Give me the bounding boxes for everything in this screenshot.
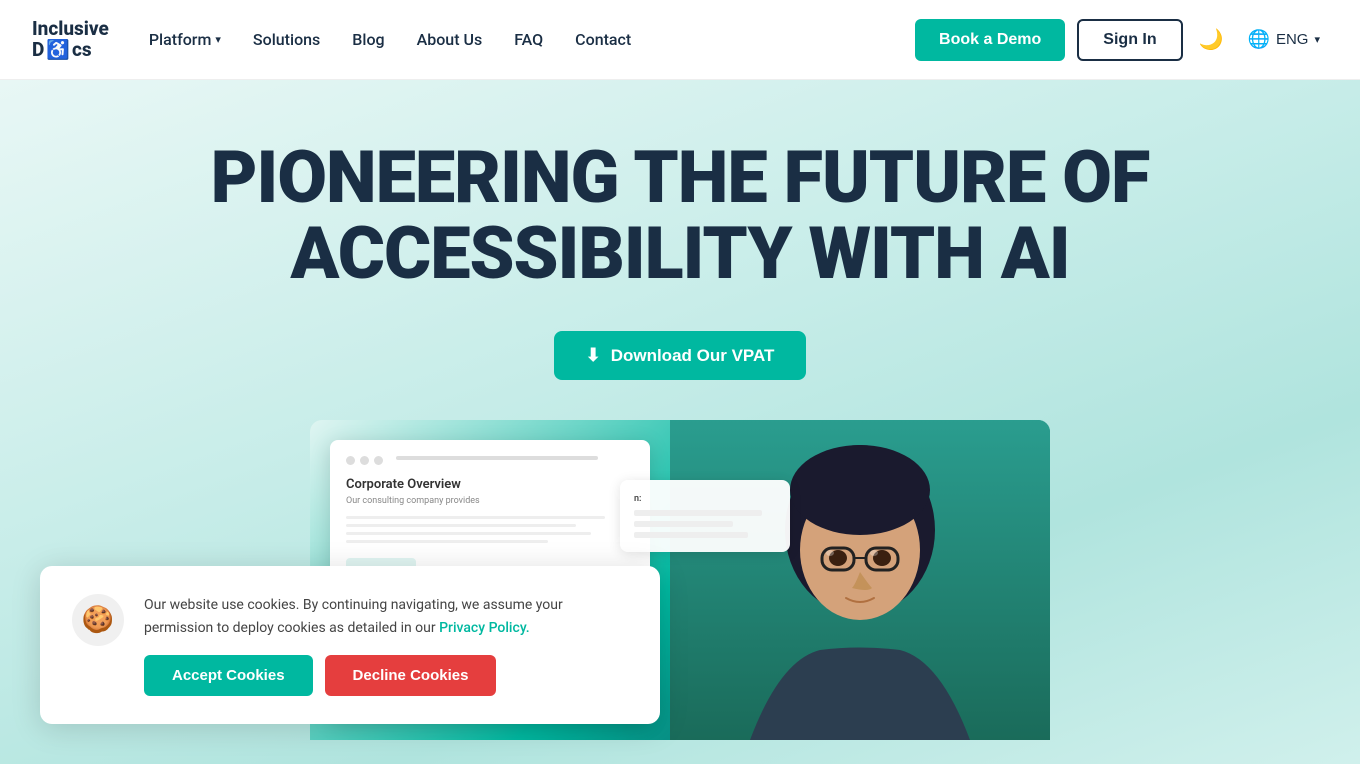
doc-subtitle: Our consulting company provides [346, 496, 634, 506]
doc-dots [346, 456, 634, 465]
logo-cs: cs [72, 40, 92, 61]
doc-line-1 [346, 516, 605, 519]
lang-chevron-icon: ▾ [1314, 33, 1320, 46]
dark-mode-toggle[interactable]: 🌙 [1195, 23, 1228, 56]
cookie-buttons: Accept Cookies Decline Cookies [144, 655, 628, 696]
blog-link[interactable]: Blog [352, 30, 384, 49]
download-vpat-label: Download Our VPAT [611, 346, 775, 366]
doc-line-2 [346, 524, 576, 527]
book-demo-button[interactable]: Book a Demo [915, 19, 1065, 61]
language-selector[interactable]: 🌐 ENG ▾ [1240, 25, 1328, 54]
cookie-content: Our website use cookies. By continuing n… [144, 594, 628, 696]
logo-text: Inclusive D♿cs [32, 19, 109, 61]
platform-link[interactable]: Platform ▾ [149, 30, 221, 49]
logo-d: D [32, 40, 44, 61]
decline-cookies-button[interactable]: Decline Cookies [325, 655, 497, 696]
sign-in-button[interactable]: Sign In [1077, 19, 1182, 61]
lang-label: ENG [1276, 31, 1309, 48]
platform-chevron-icon: ▾ [215, 33, 221, 46]
person-illustration [720, 420, 1000, 740]
nav-item-faq[interactable]: FAQ [514, 30, 543, 49]
form-line-1 [634, 510, 762, 516]
about-link[interactable]: About Us [417, 30, 483, 49]
doc-line-3 [346, 532, 591, 535]
logo-icon: ♿ [46, 40, 70, 61]
solutions-link[interactable]: Solutions [253, 30, 320, 49]
hero-title: PIONEERING THE FUTURE OF ACCESSIBILITY W… [211, 140, 1150, 291]
download-icon: ⬇ [586, 345, 601, 366]
doc-title: Corporate Overview [346, 477, 634, 492]
platform-label: Platform [149, 30, 212, 49]
doc-header-line [396, 456, 598, 460]
privacy-policy-link[interactable]: Privacy Policy. [439, 620, 530, 636]
form-line-2 [634, 521, 733, 527]
cookie-banner: 🍪 Our website use cookies. By continuing… [40, 566, 660, 724]
navbar-right: Book a Demo Sign In 🌙 🌐 ENG ▾ [915, 19, 1328, 61]
logo[interactable]: Inclusive D♿cs [32, 19, 109, 61]
nav-item-platform[interactable]: Platform ▾ [149, 30, 221, 49]
hero-title-line2: ACCESSIBILITY WITH AI [290, 211, 1069, 296]
doc-line-4 [346, 540, 548, 543]
logo-line2: D♿cs [32, 40, 109, 61]
accept-cookies-button[interactable]: Accept Cookies [144, 655, 313, 696]
moon-icon: 🌙 [1199, 29, 1224, 51]
doc-dot-1 [346, 456, 355, 465]
nav-links: Platform ▾ Solutions Blog About Us [149, 30, 631, 49]
form-line-3 [634, 532, 748, 538]
cookie-message: Our website use cookies. By continuing n… [144, 594, 628, 639]
nav-item-contact[interactable]: Contact [575, 30, 631, 49]
nav-item-about[interactable]: About Us [417, 30, 483, 49]
doc-dot-2 [360, 456, 369, 465]
form-label: n: [634, 494, 776, 504]
cookie-icon: 🍪 [82, 605, 114, 635]
logo-line1: Inclusive [32, 19, 109, 40]
cookie-icon-circle: 🍪 [72, 594, 124, 646]
contact-link[interactable]: Contact [575, 30, 631, 49]
person-area [670, 420, 1050, 740]
globe-icon: 🌐 [1248, 29, 1270, 50]
navbar: Inclusive D♿cs Platform ▾ Solutions [0, 0, 1360, 80]
navbar-left: Inclusive D♿cs Platform ▾ Solutions [32, 19, 631, 61]
nav-item-blog[interactable]: Blog [352, 30, 384, 49]
doc-dot-3 [374, 456, 383, 465]
hero-title-line1: PIONEERING THE FUTURE OF [211, 135, 1150, 220]
download-vpat-button[interactable]: ⬇ Download Our VPAT [554, 331, 807, 380]
nav-item-solutions[interactable]: Solutions [253, 30, 320, 49]
floating-form: n: [620, 480, 790, 552]
faq-link[interactable]: FAQ [514, 30, 543, 49]
